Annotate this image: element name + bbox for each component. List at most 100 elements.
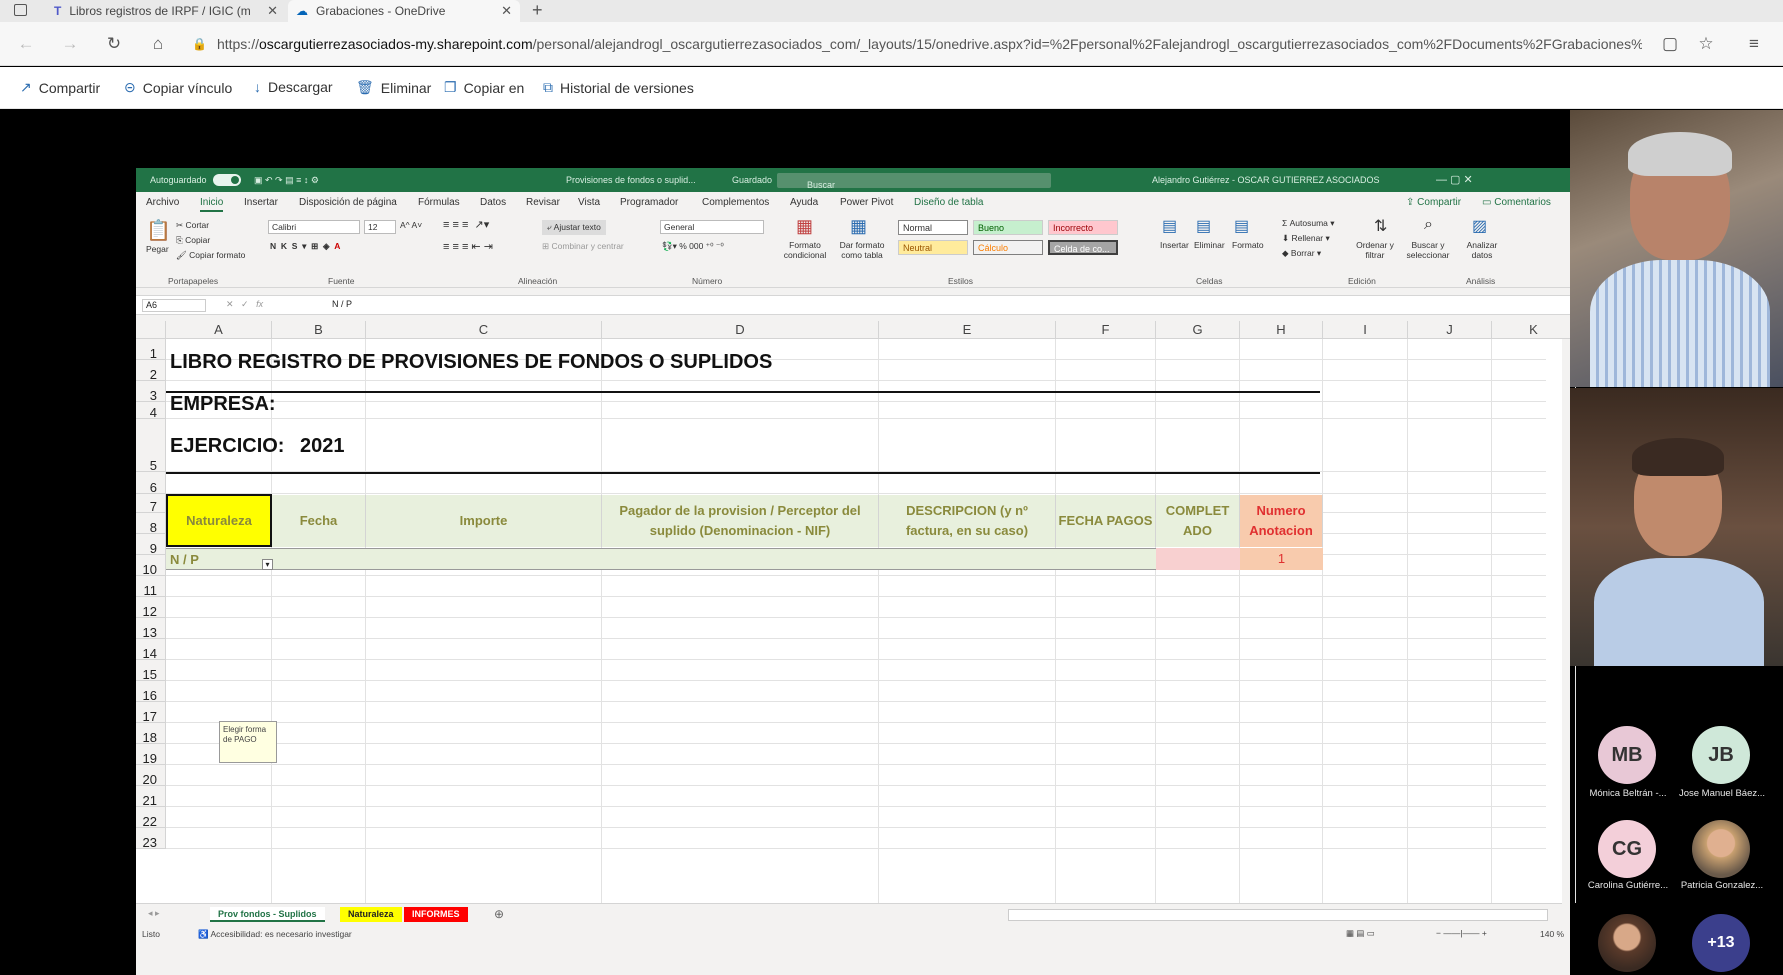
save-icon[interactable]: ▣ ↶ ↷ ▤ ≡ ↕ ⚙ xyxy=(254,175,319,186)
sheet-tab-prov-fondos[interactable]: Prov fondos - Suplidos xyxy=(210,907,325,922)
copy-button[interactable]: ⎘ Copiar xyxy=(176,235,210,246)
header-naturaleza[interactable]: Naturaleza xyxy=(166,494,272,547)
header-numero-anotacion[interactable]: Numero Anotacion xyxy=(1240,495,1323,547)
format-table-button[interactable]: Dar formato como tabla xyxy=(836,240,888,260)
row-header-21[interactable]: 21 xyxy=(136,786,166,807)
view-buttons[interactable]: ▦ ▤ ▭ xyxy=(1346,928,1375,939)
format-cells-button[interactable]: Formato xyxy=(1232,240,1264,250)
number-format-select[interactable]: General xyxy=(660,220,764,234)
menu-inicio[interactable]: Inicio xyxy=(200,197,224,212)
column-header-d[interactable]: D xyxy=(602,321,879,339)
format-painter-button[interactable]: 🖌 Copiar formato xyxy=(176,250,245,261)
avatar-photo[interactable] xyxy=(1692,820,1750,878)
autosum-button[interactable]: Σ Autosuma ▾ xyxy=(1282,218,1335,229)
menu-diseno-tabla[interactable]: Diseño de tabla xyxy=(914,197,984,208)
copy-to-button[interactable]: ❐ Copiar en xyxy=(444,79,524,96)
row-header-13[interactable]: 13 xyxy=(136,618,166,639)
accessibility-status[interactable]: ♿ Accesibilidad: es necesario investigar xyxy=(198,929,352,940)
browser-tab-libros[interactable]: T Libros registros de IRPF / IGIC (m ✕ xyxy=(46,0,286,22)
back-icon[interactable]: ← xyxy=(12,30,40,58)
menu-revisar[interactable]: Revisar xyxy=(526,197,560,208)
row-header-7[interactable]: 7 xyxy=(136,494,166,513)
autosave-toggle[interactable] xyxy=(213,174,241,186)
select-all-corner[interactable] xyxy=(136,321,166,339)
cell-g6[interactable] xyxy=(1156,548,1240,570)
column-header-k[interactable]: K xyxy=(1492,321,1576,339)
download-button[interactable]: ↓ Descargar xyxy=(254,79,333,95)
collections-icon[interactable]: ▢ xyxy=(1656,30,1684,58)
column-header-i[interactable]: I xyxy=(1323,321,1408,339)
add-sheet-icon[interactable]: ⊕ xyxy=(494,907,504,921)
row-header-6[interactable]: 6 xyxy=(136,472,166,494)
menu-disposicion[interactable]: Disposición de página xyxy=(299,197,397,208)
fill-button[interactable]: ⬇ Rellenar ▾ xyxy=(1282,233,1330,244)
row-header-3[interactable]: 3 xyxy=(136,381,166,402)
url-field[interactable]: 🔒 https://oscargutierrezasociados-my.sha… xyxy=(192,30,1642,58)
column-header-h[interactable]: H xyxy=(1240,321,1323,339)
formula-controls-icon[interactable]: ✕ ✓ fx xyxy=(226,299,263,310)
menu-complementos[interactable]: Complementos xyxy=(702,197,769,208)
menu-vista[interactable]: Vista xyxy=(578,197,600,208)
copy-link-button[interactable]: ⊝ Copiar vínculo xyxy=(124,79,232,96)
excel-search[interactable]: Buscar xyxy=(777,173,1051,190)
row-header-2[interactable]: 2 xyxy=(136,360,166,381)
sort-filter-button[interactable]: Ordenar y filtrar xyxy=(1352,240,1398,260)
find-select-button[interactable]: Buscar y seleccionar xyxy=(1402,240,1454,260)
align-top-icons[interactable]: ≡ ≡ ≡ ↗▾ xyxy=(443,218,489,231)
close-tab-icon[interactable]: ✕ xyxy=(267,3,278,19)
row-header-12[interactable]: 12 xyxy=(136,597,166,618)
font-grow-icon[interactable]: A^ A˅ xyxy=(400,220,422,230)
menu-ayuda[interactable]: Ayuda xyxy=(790,197,818,208)
font-format-buttons[interactable]: N K S ▾ ⊞ ◈ A xyxy=(270,241,340,252)
cell-a6[interactable]: N / P xyxy=(170,552,199,567)
avatar[interactable]: MB xyxy=(1598,726,1656,784)
row-header-18[interactable]: 18 xyxy=(136,723,166,744)
home-icon[interactable]: ⌂ xyxy=(144,30,172,58)
conditional-format-button[interactable]: Formato condicional xyxy=(780,240,830,260)
style-neutral[interactable]: Neutral xyxy=(898,240,968,255)
row-header-16[interactable]: 16 xyxy=(136,681,166,702)
row-header-9[interactable]: 9 xyxy=(136,534,166,555)
more-participants-badge[interactable]: +13 xyxy=(1692,914,1750,972)
column-header-f[interactable]: F xyxy=(1056,321,1156,339)
share-button[interactable]: ↗ Compartir xyxy=(20,79,100,96)
excel-share-button[interactable]: ⇪ Compartir xyxy=(1406,197,1461,208)
version-history-button[interactable]: ⧉ Historial de versiones xyxy=(543,79,694,96)
analyze-data-button[interactable]: Analizar datos xyxy=(1462,240,1502,260)
avatar-photo[interactable] xyxy=(1598,914,1656,972)
menu-insertar[interactable]: Insertar xyxy=(244,197,278,208)
cell-h6[interactable]: 1 xyxy=(1240,548,1323,570)
row-header-14[interactable]: 14 xyxy=(136,639,166,660)
menu-programador[interactable]: Programador xyxy=(620,197,678,208)
column-header-a[interactable]: A xyxy=(166,321,272,339)
close-tab-icon[interactable]: ✕ xyxy=(501,3,512,19)
header-fecha-pagos[interactable]: FECHA PAGOS xyxy=(1056,495,1156,547)
font-name-select[interactable]: Calibri xyxy=(268,220,360,234)
browser-tab-grabaciones[interactable]: ☁ Grabaciones - OneDrive ✕ xyxy=(288,0,520,22)
row-header-8[interactable]: 8 xyxy=(136,513,166,534)
menu-formulas[interactable]: Fórmulas xyxy=(418,197,460,208)
dropdown-chevron-icon[interactable]: ▾ xyxy=(262,559,273,570)
align-icons[interactable]: ≡ ≡ ≡ ⇤ ⇥ xyxy=(443,240,493,253)
menu-archivo[interactable]: Archivo xyxy=(146,197,179,208)
header-fecha[interactable]: Fecha xyxy=(272,495,366,547)
column-header-b[interactable]: B xyxy=(272,321,366,339)
row-header-23[interactable]: 23 xyxy=(136,828,166,849)
row-header-11[interactable]: 11 xyxy=(136,576,166,597)
row-header-17[interactable]: 17 xyxy=(136,702,166,723)
sheet-tab-informes[interactable]: INFORMES xyxy=(404,907,468,922)
ejercicio-year[interactable]: 2021 xyxy=(300,435,345,458)
style-incorrecto[interactable]: Incorrecto xyxy=(1048,220,1118,235)
favorites-bar-icon[interactable]: ≡ xyxy=(1740,30,1768,58)
row-header-19[interactable]: 19 xyxy=(136,744,166,765)
formula-input[interactable]: N / P xyxy=(332,299,352,309)
forward-icon[interactable]: → xyxy=(56,30,84,58)
refresh-icon[interactable]: ↻ xyxy=(100,30,128,58)
column-header-e[interactable]: E xyxy=(879,321,1056,339)
font-size-select[interactable]: 12 xyxy=(364,220,396,234)
new-tab-icon[interactable]: + xyxy=(532,0,543,21)
horizontal-scrollbar[interactable] xyxy=(1008,909,1548,921)
row-header-5[interactable]: 5 xyxy=(136,419,166,472)
header-descripcion[interactable]: DESCRIPCION (y nº factura, en su caso) xyxy=(879,495,1056,547)
row-header-20[interactable]: 20 xyxy=(136,765,166,786)
